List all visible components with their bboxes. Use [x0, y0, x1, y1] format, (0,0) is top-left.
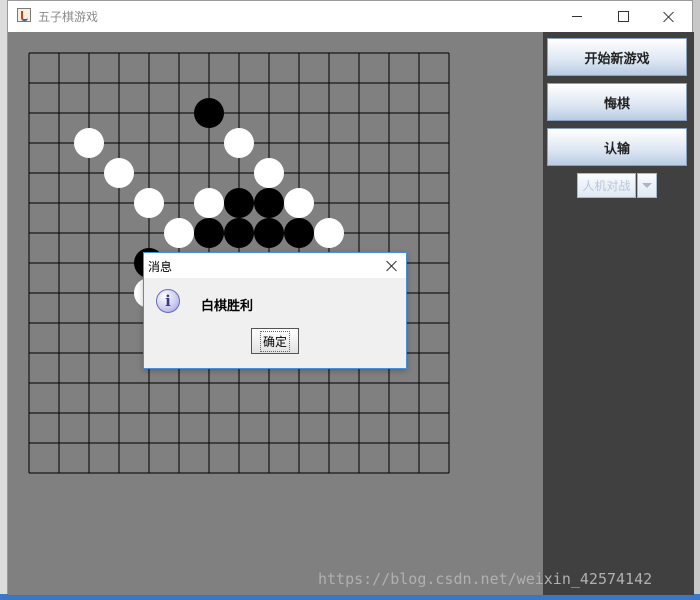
resign-button[interactable]: 认输	[547, 128, 687, 166]
black-stone	[194, 218, 224, 248]
window-title: 五子棋游戏	[38, 10, 99, 24]
black-stone	[254, 218, 284, 248]
chevron-down-icon	[641, 183, 652, 188]
white-stone	[194, 188, 224, 218]
white-stone	[164, 218, 194, 248]
black-stone	[254, 188, 284, 218]
white-stone	[134, 188, 164, 218]
watermark: https://blog.csdn.net/weixin_42574142	[318, 570, 653, 588]
new-game-button[interactable]: 开始新游戏	[547, 38, 687, 76]
game-mode-select[interactable]: 人机对战	[577, 173, 657, 198]
white-stone	[254, 158, 284, 188]
close-icon	[663, 11, 675, 23]
dropdown-button[interactable]	[636, 173, 657, 198]
dialog-message: 白棋胜利	[201, 299, 254, 314]
maximize-button[interactable]	[600, 1, 646, 32]
ok-button[interactable]: 确定	[251, 328, 299, 354]
dialog-title: 消息	[148, 260, 173, 274]
info-icon: i	[156, 289, 180, 313]
control-panel: 开始新游戏 悔棋 认输 人机对战	[543, 32, 694, 595]
white-stone	[74, 128, 104, 158]
ok-button-label: 确定	[259, 330, 290, 352]
minimize-icon	[572, 16, 582, 17]
maximize-icon	[617, 11, 629, 22]
black-stone	[194, 98, 224, 128]
white-stone	[314, 218, 344, 248]
dialog-title-bar: 消息	[144, 253, 406, 278]
white-stone	[224, 128, 254, 158]
game-mode-value: 人机对战	[577, 173, 636, 198]
close-window-button[interactable]	[646, 1, 692, 32]
minimize-button[interactable]	[554, 1, 600, 32]
undo-button[interactable]: 悔棋	[547, 83, 687, 121]
message-dialog: 消息 i 白棋胜利 确定	[143, 252, 407, 369]
white-stone	[104, 158, 134, 188]
black-stone	[284, 218, 314, 248]
white-stone	[284, 188, 314, 218]
dialog-close-icon[interactable]	[384, 258, 400, 274]
java-app-icon	[17, 8, 31, 22]
black-stone	[224, 188, 254, 218]
title-bar: 五子棋游戏	[8, 1, 692, 32]
black-stone	[224, 218, 254, 248]
